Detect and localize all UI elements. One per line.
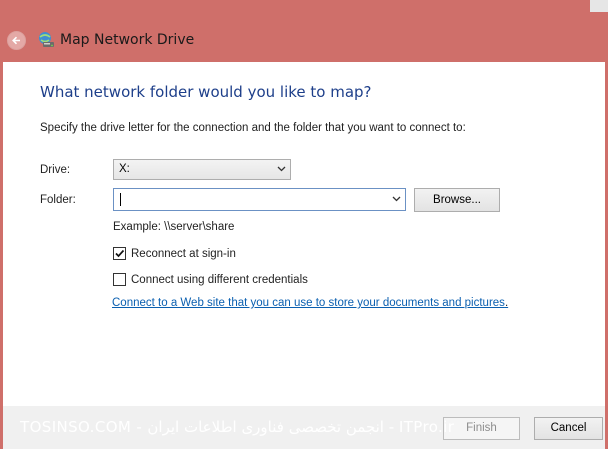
- watermark-text: TOSINSO.COM - انجمن تخصصی فناوری اطلاعات…: [20, 418, 455, 436]
- web-site-link[interactable]: Connect to a Web site that you can use t…: [112, 297, 508, 309]
- reconnect-option[interactable]: Reconnect at sign-in: [113, 247, 236, 260]
- reconnect-label: Reconnect at sign-in: [131, 247, 236, 260]
- page-heading: What network folder would you like to ma…: [40, 83, 372, 101]
- finish-button[interactable]: Finish: [443, 417, 520, 440]
- window-edge: [590, 0, 608, 12]
- window-title: Map Network Drive: [60, 32, 195, 48]
- back-arrow-icon: [12, 36, 20, 45]
- cancel-button[interactable]: Cancel: [534, 417, 603, 440]
- reconnect-checkbox[interactable]: [113, 247, 126, 260]
- dialog-content: What network folder would you like to ma…: [3, 62, 605, 406]
- chevron-down-icon: [277, 166, 286, 172]
- web-link-text[interactable]: Connect to a Web site that you can use t…: [112, 297, 505, 309]
- back-button[interactable]: [7, 31, 26, 50]
- drive-select[interactable]: X:: [113, 159, 291, 180]
- checkmark-icon: [115, 249, 125, 258]
- browse-button[interactable]: Browse...: [414, 188, 500, 212]
- web-link-period: .: [504, 297, 509, 309]
- credentials-option[interactable]: Connect using different credentials: [113, 273, 308, 286]
- drive-value: X:: [119, 163, 130, 175]
- title-bar: Map Network Drive: [0, 0, 608, 62]
- example-text: Example: \\server\share: [113, 221, 235, 233]
- credentials-label: Connect using different credentials: [131, 273, 308, 286]
- network-drive-icon: [39, 32, 54, 47]
- folder-input[interactable]: [113, 188, 406, 211]
- chevron-down-icon[interactable]: [392, 196, 401, 202]
- drive-label: Drive:: [40, 164, 71, 176]
- text-cursor: [120, 193, 121, 206]
- folder-label: Folder:: [40, 194, 76, 206]
- dialog-footer: Finish Cancel TOSINSO.COM - انجمن تخصصی …: [3, 406, 605, 449]
- instructions-text: Specify the drive letter for the connect…: [40, 122, 466, 134]
- credentials-checkbox[interactable]: [113, 273, 126, 286]
